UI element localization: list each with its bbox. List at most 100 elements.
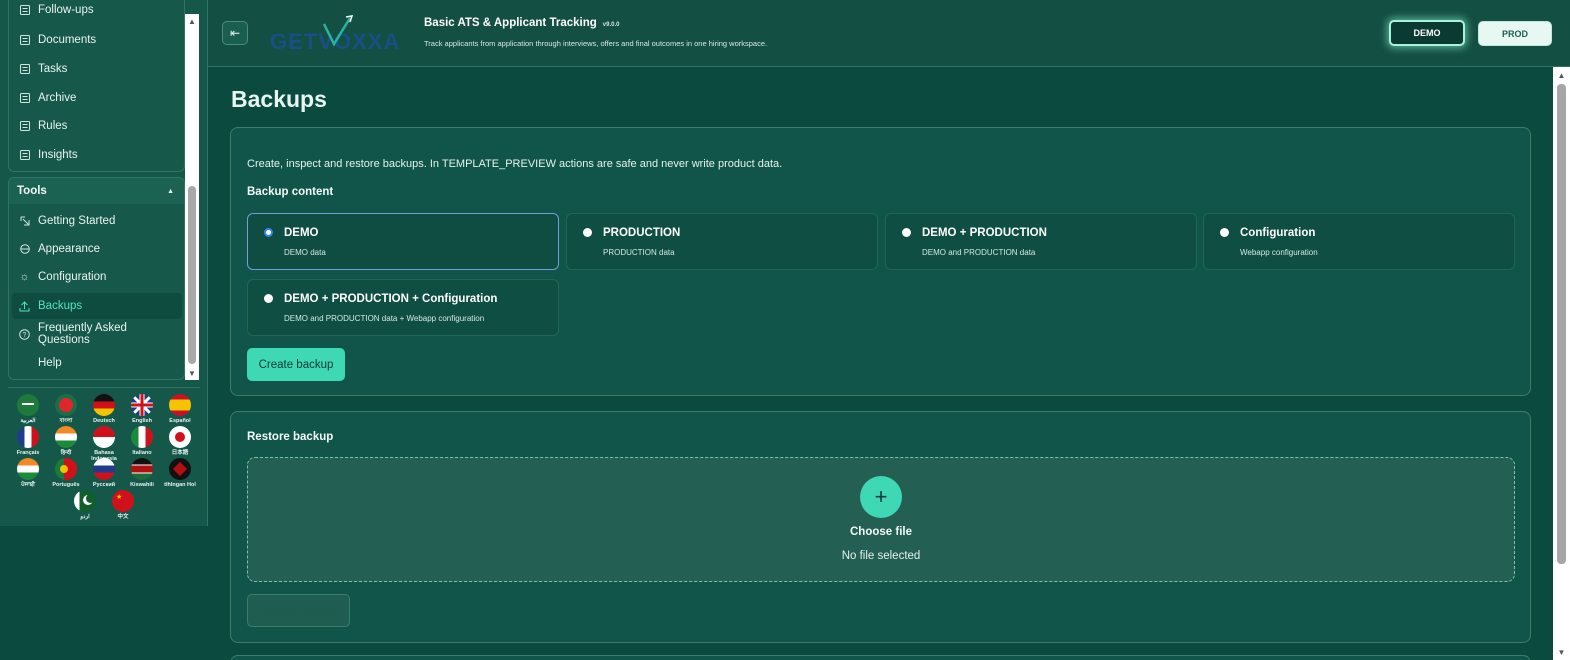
next-card <box>230 655 1531 660</box>
sidebar-item-label: Backups <box>38 300 83 312</box>
sidebar-item-appearance[interactable]: Appearance <box>9 236 181 262</box>
scroll-up-arrow-icon[interactable]: ▲ <box>1553 67 1570 83</box>
language-label: Italiano <box>132 450 152 456</box>
nav-panel: Follow-ups Documents Tasks Archive Rules… <box>8 0 185 172</box>
language-portuguese[interactable]: Português <box>48 458 84 488</box>
plus-icon[interactable]: + <box>860 476 902 518</box>
language-english[interactable]: English <box>124 394 160 424</box>
language-klingon[interactable]: tlhIngan Hol <box>162 458 198 488</box>
flag-uk-icon <box>131 394 153 416</box>
sidebar-item-configuration[interactable]: ☼ Configuration <box>9 264 181 290</box>
file-dropzone[interactable]: + Choose file No file selected <box>247 457 1515 582</box>
page-title: Backups <box>231 86 327 112</box>
option-description: DEMO and PRODUCTION data + Webapp config… <box>284 314 485 323</box>
option-description: PRODUCTION data <box>603 248 675 257</box>
language-label: Español <box>169 418 191 424</box>
radio-button[interactable] <box>264 228 273 237</box>
language-hindi[interactable]: हिन्दी <box>48 426 84 456</box>
getting-started-icon <box>19 216 30 227</box>
sidebar-item-getting-started[interactable]: Getting Started <box>9 208 181 234</box>
backup-option-demo-production[interactable]: DEMO + PRODUCTION DEMO and PRODUCTION da… <box>885 213 1197 270</box>
backup-option-demo[interactable]: DEMO DEMO data <box>247 213 559 270</box>
flag-pakistan-icon <box>74 490 96 512</box>
language-label: Pусский <box>92 482 116 488</box>
option-title: PRODUCTION <box>603 227 681 239</box>
sidebar-item-label: Insights <box>38 149 78 161</box>
scroll-up-arrow-icon[interactable]: ▲ <box>185 14 199 28</box>
option-title: DEMO + PRODUCTION <box>922 227 1047 239</box>
language-punjabi[interactable]: ਪੰਜਾਬੀ <box>10 458 46 488</box>
language-chinese[interactable]: ★ 中文 <box>105 490 141 520</box>
document-icon <box>19 35 30 46</box>
sidebar-item-label: Configuration <box>38 271 107 283</box>
language-japanese[interactable]: 日本語 <box>162 426 198 456</box>
language-bengali[interactable]: বাংলা <box>48 394 84 424</box>
language-spanish[interactable]: Español <box>162 394 198 424</box>
sidebar-item-label: Appearance <box>38 243 101 255</box>
prod-mode-button[interactable]: PROD <box>1478 21 1552 46</box>
sidebar-item-backups[interactable]: Backups <box>12 293 182 319</box>
tools-section-header[interactable]: Tools ▲ <box>9 178 184 204</box>
tools-panel: Tools ▲ Getting Started Appearance ☼ Con… <box>8 177 185 380</box>
option-title: DEMO + PRODUCTION + Configuration <box>284 293 498 305</box>
option-description: DEMO data <box>284 248 326 257</box>
language-urdu[interactable]: اردو <box>67 490 103 520</box>
page-scrollbar[interactable]: ▲ ▼ <box>1553 67 1570 660</box>
flag-indonesia-icon <box>93 426 115 448</box>
radio-button[interactable] <box>264 294 273 303</box>
collapse-sidebar-button[interactable]: ⇤ <box>222 21 248 45</box>
language-french[interactable]: Français <box>10 426 46 456</box>
language-italian[interactable]: Italiano <box>124 426 160 456</box>
create-backup-button[interactable]: Create backup <box>247 348 345 381</box>
sidebar-item-help[interactable]: Help <box>9 350 181 376</box>
app-title-text: Basic ATS & Applicant Tracking <box>424 17 597 29</box>
sidebar-item-rules[interactable]: Rules <box>17 113 184 139</box>
language-label: English <box>132 418 152 424</box>
radio-button[interactable] <box>583 228 592 237</box>
restore-backup-button[interactable]: Restore backup <box>247 594 350 627</box>
sidebar-item-archive[interactable]: Archive <box>17 85 184 111</box>
choose-file-label[interactable]: Choose file <box>248 526 1514 538</box>
gear-icon: ☼ <box>19 271 30 283</box>
backup-option-configuration[interactable]: Configuration Webapp configuration <box>1203 213 1515 270</box>
document-icon <box>19 64 30 75</box>
language-label: ਪੰਜਾਬੀ <box>21 482 35 488</box>
backup-option-all[interactable]: DEMO + PRODUCTION + Configuration DEMO a… <box>247 279 559 336</box>
demo-mode-button[interactable]: DEMO <box>1389 20 1465 46</box>
language-russian[interactable]: Pусский <box>86 458 122 488</box>
language-german[interactable]: Deutsch <box>86 394 122 424</box>
sidebar-item-documents[interactable]: Documents <box>17 27 184 53</box>
scroll-down-arrow-icon[interactable]: ▼ <box>185 366 199 380</box>
flag-portugal-icon <box>55 458 77 480</box>
flag-germany-icon <box>93 394 115 416</box>
language-label: हिन्दी <box>60 450 72 456</box>
option-title: Configuration <box>1240 227 1316 239</box>
sidebar: Follow-ups Documents Tasks Archive Rules… <box>0 0 208 526</box>
sidebar-item-label: Getting Started <box>38 215 116 227</box>
flag-china-icon: ★ <box>112 490 134 512</box>
language-swahili[interactable]: Kiswahili <box>124 458 160 488</box>
radio-button[interactable] <box>1220 228 1229 237</box>
sidebar-item-label: Tasks <box>38 63 68 75</box>
sidebar-scrollbar[interactable]: ▲ ▼ <box>185 14 199 380</box>
sidebar-item-follow-ups[interactable]: Follow-ups <box>17 0 184 23</box>
language-label: বাংলা <box>59 418 73 424</box>
backup-option-production[interactable]: PRODUCTION PRODUCTION data <box>566 213 878 270</box>
scrollbar-thumb[interactable] <box>1557 84 1566 564</box>
scroll-down-arrow-icon[interactable]: ▼ <box>1553 644 1570 660</box>
language-indonesian[interactable]: Bahasa Indonesia <box>86 426 122 462</box>
sidebar-item-tasks[interactable]: Tasks <box>17 56 184 82</box>
sidebar-item-label: Documents <box>38 34 97 46</box>
sidebar-item-faq[interactable]: ? Frequently Asked Questions <box>9 321 181 347</box>
scrollbar-thumb[interactable] <box>188 186 196 364</box>
sidebar-item-label: Frequently Asked Questions <box>38 322 127 346</box>
chevron-up-icon: ▲ <box>167 187 174 195</box>
flag-japan-icon <box>169 426 191 448</box>
sidebar-item-insights[interactable]: Insights <box>17 142 184 168</box>
svg-text:?: ? <box>23 332 27 339</box>
radio-button[interactable] <box>902 228 911 237</box>
collapse-sidebar-icon: ⇤ <box>229 26 241 40</box>
intro-text: Create, inspect and restore backups. In … <box>247 158 783 170</box>
upload-icon <box>19 300 30 312</box>
language-arabic[interactable]: العربية <box>10 394 46 424</box>
